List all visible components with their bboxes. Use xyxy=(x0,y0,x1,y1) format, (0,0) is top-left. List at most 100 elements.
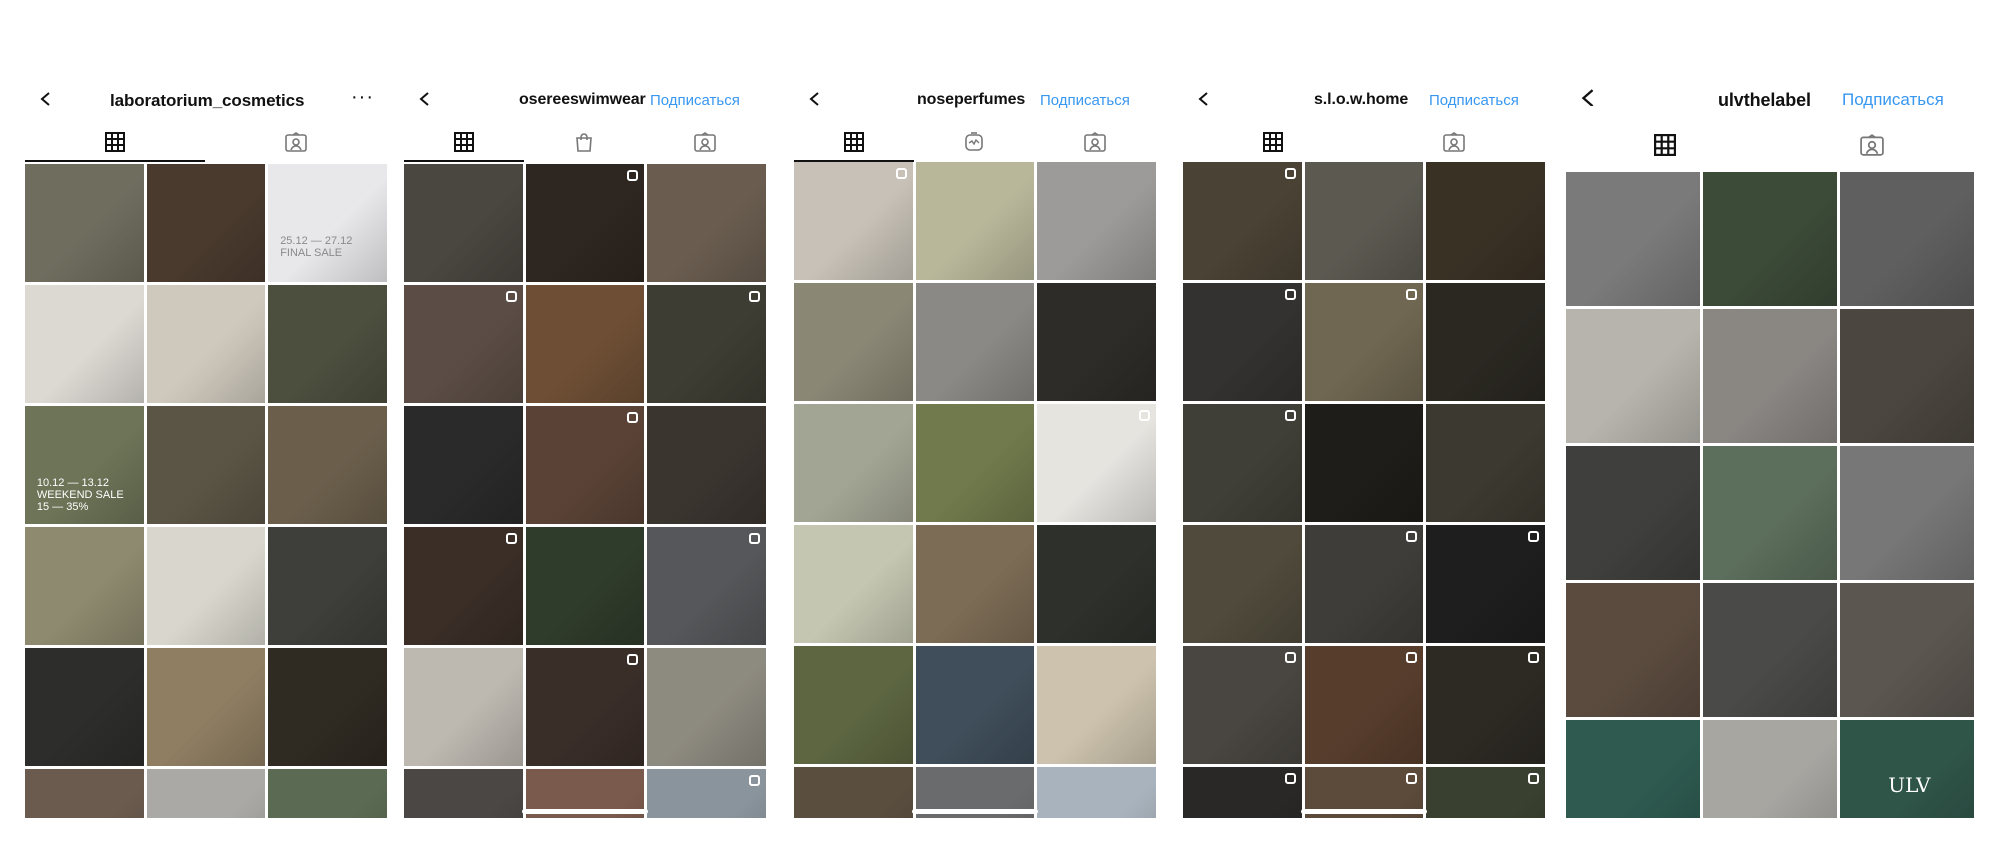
post-thumbnail[interactable] xyxy=(268,285,387,403)
post-thumbnail[interactable] xyxy=(1183,767,1302,818)
post-thumbnail[interactable] xyxy=(1566,172,1700,306)
tab-posts-grid[interactable] xyxy=(1183,122,1363,162)
post-thumbnail[interactable] xyxy=(1703,720,1837,818)
post-thumbnail[interactable] xyxy=(1566,309,1700,443)
tab-reels[interactable] xyxy=(914,122,1034,162)
post-thumbnail[interactable] xyxy=(794,162,913,280)
post-thumbnail[interactable] xyxy=(647,406,766,524)
post-thumbnail[interactable] xyxy=(647,285,766,403)
post-thumbnail[interactable] xyxy=(915,162,1035,280)
post-thumbnail[interactable] xyxy=(1183,525,1302,643)
follow-button[interactable]: Подписаться xyxy=(1040,92,1130,109)
post-thumbnail[interactable] xyxy=(404,648,523,766)
post-thumbnail[interactable] xyxy=(1037,767,1156,818)
tab-posts-grid[interactable] xyxy=(794,122,914,162)
post-thumbnail[interactable] xyxy=(146,164,266,282)
post-thumbnail[interactable] xyxy=(794,404,913,522)
post-thumbnail[interactable] xyxy=(915,283,1035,401)
post-thumbnail[interactable] xyxy=(404,285,523,403)
post-thumbnail[interactable] xyxy=(1426,283,1545,401)
post-thumbnail[interactable] xyxy=(1426,162,1545,280)
follow-button[interactable]: Подписаться xyxy=(1842,90,1944,110)
post-thumbnail[interactable] xyxy=(404,769,523,818)
post-thumbnail[interactable] xyxy=(915,646,1035,764)
post-thumbnail[interactable] xyxy=(525,164,645,282)
back-chevron-icon[interactable] xyxy=(39,92,53,106)
post-thumbnail[interactable]: 10.12 — 13.12 WEEKEND SALE 15 — 35% xyxy=(25,406,144,524)
post-thumbnail[interactable] xyxy=(525,406,645,524)
post-thumbnail[interactable] xyxy=(1037,162,1156,280)
back-chevron-icon[interactable] xyxy=(1580,88,1596,106)
post-thumbnail[interactable]: 25.12 — 27.12 FINAL SALE xyxy=(268,164,387,282)
post-thumbnail[interactable] xyxy=(268,769,387,818)
post-thumbnail[interactable] xyxy=(268,648,387,766)
post-thumbnail[interactable] xyxy=(1183,404,1302,522)
post-thumbnail[interactable] xyxy=(794,646,913,764)
post-thumbnail[interactable] xyxy=(1840,583,1974,717)
post-thumbnail[interactable] xyxy=(1304,404,1424,522)
post-thumbnail[interactable] xyxy=(647,164,766,282)
tab-tagged[interactable] xyxy=(1770,122,1974,172)
post-thumbnail[interactable] xyxy=(647,769,766,818)
post-thumbnail[interactable] xyxy=(1037,646,1156,764)
post-thumbnail[interactable] xyxy=(1426,404,1545,522)
post-thumbnail[interactable] xyxy=(525,527,645,645)
post-thumbnail[interactable] xyxy=(1703,309,1837,443)
follow-button[interactable]: Подписаться xyxy=(650,92,740,109)
post-thumbnail[interactable] xyxy=(915,525,1035,643)
post-thumbnail[interactable] xyxy=(525,285,645,403)
post-thumbnail[interactable] xyxy=(1840,172,1974,306)
back-chevron-icon[interactable] xyxy=(808,92,822,106)
post-thumbnail[interactable] xyxy=(1183,162,1302,280)
tab-tagged[interactable] xyxy=(1034,122,1156,162)
post-thumbnail[interactable] xyxy=(25,527,144,645)
post-thumbnail[interactable] xyxy=(1304,646,1424,764)
post-thumbnail[interactable] xyxy=(794,525,913,643)
post-thumbnail[interactable] xyxy=(1703,172,1837,306)
tab-tagged[interactable] xyxy=(205,122,387,162)
tab-posts-grid[interactable] xyxy=(25,122,205,162)
post-thumbnail[interactable] xyxy=(1840,446,1974,580)
post-thumbnail[interactable] xyxy=(1566,720,1700,818)
post-thumbnail[interactable] xyxy=(794,283,913,401)
post-thumbnail[interactable] xyxy=(915,404,1035,522)
post-thumbnail[interactable] xyxy=(25,164,144,282)
tab-tagged[interactable] xyxy=(644,122,766,162)
post-thumbnail[interactable] xyxy=(525,648,645,766)
post-thumbnail[interactable] xyxy=(1840,309,1974,443)
post-thumbnail[interactable] xyxy=(1037,283,1156,401)
post-thumbnail[interactable] xyxy=(1183,283,1302,401)
post-thumbnail[interactable] xyxy=(1566,583,1700,717)
post-thumbnail[interactable] xyxy=(1566,446,1700,580)
post-thumbnail[interactable] xyxy=(268,406,387,524)
follow-button[interactable]: Подписаться xyxy=(1429,92,1519,109)
back-chevron-icon[interactable] xyxy=(418,92,432,106)
post-thumbnail[interactable] xyxy=(647,527,766,645)
post-thumbnail[interactable] xyxy=(1703,446,1837,580)
more-options-button[interactable]: ··· xyxy=(351,86,374,109)
post-thumbnail[interactable] xyxy=(794,767,913,818)
post-thumbnail[interactable] xyxy=(1426,525,1545,643)
post-thumbnail[interactable] xyxy=(25,648,144,766)
post-thumbnail[interactable] xyxy=(404,406,523,524)
post-thumbnail[interactable] xyxy=(146,406,266,524)
post-thumbnail[interactable] xyxy=(268,527,387,645)
post-thumbnail[interactable] xyxy=(1703,583,1837,717)
post-thumbnail[interactable] xyxy=(647,648,766,766)
post-thumbnail[interactable] xyxy=(404,164,523,282)
post-thumbnail[interactable] xyxy=(1037,525,1156,643)
post-thumbnail[interactable] xyxy=(25,769,144,818)
post-thumbnail[interactable] xyxy=(1183,646,1302,764)
post-thumbnail[interactable] xyxy=(1304,162,1424,280)
post-thumbnail[interactable] xyxy=(146,285,266,403)
tab-posts-grid[interactable] xyxy=(404,122,524,162)
post-thumbnail[interactable] xyxy=(1037,404,1156,522)
tab-tagged[interactable] xyxy=(1363,122,1545,162)
post-thumbnail[interactable]: ULV xyxy=(1840,720,1974,818)
post-thumbnail[interactable] xyxy=(146,648,266,766)
back-chevron-icon[interactable] xyxy=(1197,92,1211,106)
post-thumbnail[interactable] xyxy=(1304,283,1424,401)
post-thumbnail[interactable] xyxy=(1426,646,1545,764)
post-thumbnail[interactable] xyxy=(25,285,144,403)
post-thumbnail[interactable] xyxy=(404,527,523,645)
